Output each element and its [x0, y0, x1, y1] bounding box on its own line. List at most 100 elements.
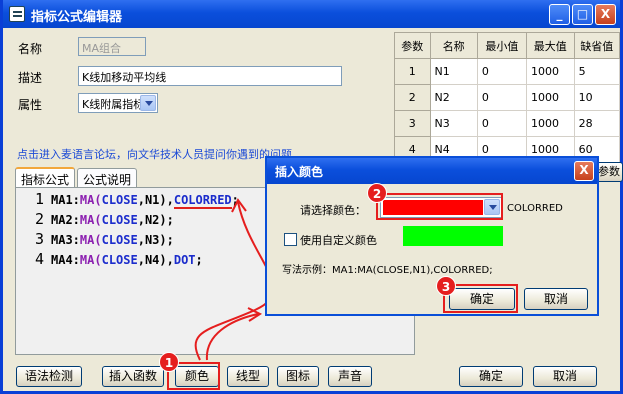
step-badge: 2 — [367, 183, 387, 203]
title-bar[interactable]: 指标公式编辑器 _ □ X — [3, 0, 620, 28]
code-line: MA3:MA(CLOSE,N3); — [51, 233, 174, 247]
code-line: MA1:MA(CLOSE,N1),COLORRED; — [51, 193, 239, 209]
minimize-button[interactable]: _ — [549, 4, 570, 25]
desc-field[interactable]: K线加移动平均线 — [78, 66, 342, 86]
code-var: MA3: — [51, 233, 80, 247]
code-var: MA4: — [51, 253, 80, 267]
name-label: 名称 — [18, 42, 43, 56]
step-badge: 3 — [436, 276, 456, 296]
param-default-cell[interactable]: 28 — [573, 110, 621, 137]
param-default-cell[interactable]: 10 — [573, 84, 621, 111]
col-header: 最小值 — [476, 32, 527, 59]
col-header: 名称 — [429, 32, 478, 59]
code-args-rest: ,N3) — [137, 233, 167, 247]
param-name-cell[interactable]: N1 — [429, 58, 478, 85]
ok-button[interactable]: 确定 — [459, 366, 523, 387]
table-row[interactable]: 1 N1 0 1000 5 — [394, 58, 621, 85]
code-line: MA2:MA(CLOSE,N2); — [51, 213, 174, 227]
highlight-color-select — [376, 193, 503, 220]
param-min-cell[interactable]: 0 — [476, 58, 527, 85]
dialog-cancel-button[interactable]: 取消 — [524, 288, 588, 310]
code-fn: MA — [79, 193, 95, 207]
table-row[interactable]: 3 N3 0 1000 28 — [394, 110, 621, 137]
code-line: MA4:MA(CLOSE,N4),DOT; — [51, 253, 203, 267]
code-args-rest: ,N4) — [137, 253, 167, 267]
param-name-cell[interactable]: N3 — [429, 110, 478, 137]
row-index: 3 — [394, 110, 431, 137]
code-end: ; — [231, 193, 239, 207]
code-arg: CLOSE — [101, 233, 138, 247]
line-type-button[interactable]: 线型 — [227, 366, 269, 387]
dialog-title: 插入颜色 — [275, 165, 324, 179]
syntax-check-button[interactable]: 语法检测 — [16, 366, 82, 387]
code-color-keyword: COLORRED — [173, 193, 232, 209]
step-badge: 1 — [159, 352, 179, 372]
forum-link[interactable]: 点击进入麦语言论坛，向文华技术人员提问你遇到的问题 — [17, 146, 292, 162]
app-icon — [9, 6, 25, 22]
code-comma: , — [166, 193, 174, 207]
code-var: MA2: — [51, 213, 80, 227]
table-row[interactable]: 2 N2 0 1000 10 — [394, 84, 621, 111]
col-header: 缺省值 — [573, 32, 621, 59]
dialog-title-bar[interactable]: 插入颜色 X — [267, 158, 597, 184]
code-arg: CLOSE — [101, 253, 138, 267]
code-arg: CLOSE — [101, 193, 138, 207]
code-end: ; — [166, 213, 174, 227]
code-dot-keyword: DOT — [173, 253, 196, 267]
name-field[interactable]: MA组合 — [78, 37, 146, 56]
custom-color-swatch[interactable] — [403, 226, 503, 246]
code-args-rest: ,N2) — [137, 213, 167, 227]
chevron-down-icon[interactable] — [140, 95, 156, 111]
param-min-cell[interactable]: 0 — [476, 110, 527, 137]
code-paren-open: ( — [94, 253, 102, 267]
custom-color-label: 使用自定义颜色 — [300, 234, 377, 247]
dialog-close-button[interactable]: X — [574, 161, 594, 181]
code-fn: MA — [79, 233, 95, 247]
row-index: 1 — [394, 58, 431, 85]
tab-description[interactable]: 公式说明 — [77, 168, 138, 188]
window-title: 指标公式编辑器 — [31, 10, 123, 25]
icon-button[interactable]: 图标 — [277, 366, 319, 387]
code-fn: MA — [79, 213, 95, 227]
code-end: ; — [195, 253, 203, 267]
param-table-header: 参数 名称 最小值 最大值 缺省值 — [394, 32, 621, 59]
cancel-button[interactable]: 取消 — [533, 366, 597, 387]
close-button[interactable]: X — [595, 4, 616, 25]
code-paren-open: ( — [94, 233, 102, 247]
custom-color-checkbox[interactable] — [284, 233, 297, 246]
param-table: 参数 名称 最小值 最大值 缺省值 1 N1 0 1000 5 2 N2 0 1… — [394, 32, 621, 163]
code-paren-open: ( — [94, 213, 102, 227]
insert-function-button[interactable]: 插入函数 — [102, 366, 164, 387]
col-header: 参数 — [394, 32, 431, 59]
param-max-cell[interactable]: 1000 — [525, 58, 575, 85]
color-name: COLORRED — [507, 203, 563, 214]
code-comma: , — [166, 253, 174, 267]
sound-button[interactable]: 声音 — [328, 366, 372, 387]
param-tab-button[interactable]: 参数 — [595, 162, 623, 182]
code-fn: MA — [79, 253, 95, 267]
attr-select-value: K线附属指标 — [82, 98, 145, 111]
code-paren-open: ( — [94, 193, 102, 207]
example-text: 写法示例：MA1:MA(CLOSE,N1),COLORRED; — [282, 265, 493, 276]
tab-formula[interactable]: 指标公式 — [15, 167, 76, 189]
attr-select[interactable]: K线附属指标 — [78, 93, 158, 113]
param-name-cell[interactable]: N2 — [429, 84, 478, 111]
attr-label: 属性 — [18, 98, 43, 112]
code-var: MA1: — [51, 193, 80, 207]
line-number: 1 — [34, 190, 44, 208]
param-max-cell[interactable]: 1000 — [525, 110, 575, 137]
maximize-button[interactable]: □ — [572, 4, 593, 25]
line-number: 4 — [34, 250, 44, 268]
param-max-cell[interactable]: 1000 — [525, 84, 575, 111]
line-number: 3 — [34, 230, 44, 248]
desc-label: 描述 — [18, 71, 43, 85]
col-header: 最大值 — [525, 32, 575, 59]
line-number: 2 — [34, 210, 44, 228]
param-default-cell[interactable]: 5 — [573, 58, 621, 85]
row-index: 2 — [394, 84, 431, 111]
code-args-rest: ,N1) — [137, 193, 167, 207]
insert-color-dialog: 插入颜色 X 请选择颜色： COLORRED 使用自定义颜色 写法示例：MA1:… — [265, 156, 599, 316]
select-color-label: 请选择颜色： — [300, 204, 366, 217]
code-arg: CLOSE — [101, 213, 138, 227]
param-min-cell[interactable]: 0 — [476, 84, 527, 111]
